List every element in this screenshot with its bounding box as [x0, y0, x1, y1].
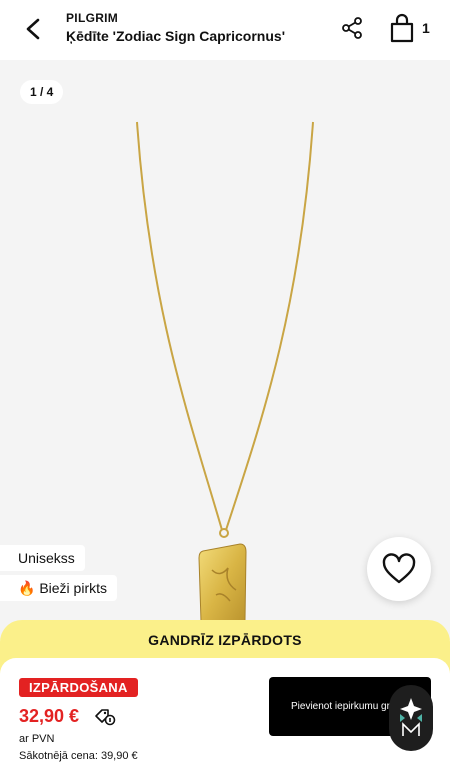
brand-name: PILGRIM — [66, 11, 119, 25]
availability-text: GANDRĪZ IZPĀRDOTS — [148, 632, 302, 648]
sale-badge: IZPĀRDOŠANA — [19, 678, 138, 697]
original-price: Sākotnējā cena: 39,90 € — [19, 750, 138, 762]
share-icon — [342, 17, 362, 39]
shopping-bag-icon — [390, 13, 414, 43]
unisex-badge: Unisekss — [0, 545, 85, 571]
product-title: Ķēdīte 'Zodiac Sign Capricornus' — [66, 28, 286, 44]
product-gallery[interactable]: 1 / 4 Unisekss 🔥 Bieži pirkts — [0, 60, 450, 640]
chevron-left-icon — [26, 18, 40, 40]
cart-count: 1 — [422, 20, 430, 36]
favorite-button[interactable] — [367, 537, 431, 601]
back-button[interactable] — [18, 14, 48, 44]
sale-price: 32,90 € — [19, 706, 80, 726]
heart-icon — [382, 553, 416, 584]
price-tag-icon[interactable] — [94, 708, 116, 726]
assistant-button[interactable] — [389, 685, 433, 751]
top-bar: PILGRIM Ķēdīte 'Zodiac Sign Capricornus'… — [0, 0, 450, 58]
assistant-logo-icon — [400, 698, 422, 736]
image-pager: 1 / 4 — [20, 80, 64, 104]
vat-note: ar PVN — [19, 733, 55, 745]
title-block: PILGRIM Ķēdīte 'Zodiac Sign Capricornus' — [66, 11, 285, 44]
popular-badge: 🔥 Bieži pirkts — [0, 575, 118, 601]
cart-button[interactable] — [388, 12, 416, 44]
share-button[interactable] — [338, 14, 366, 42]
